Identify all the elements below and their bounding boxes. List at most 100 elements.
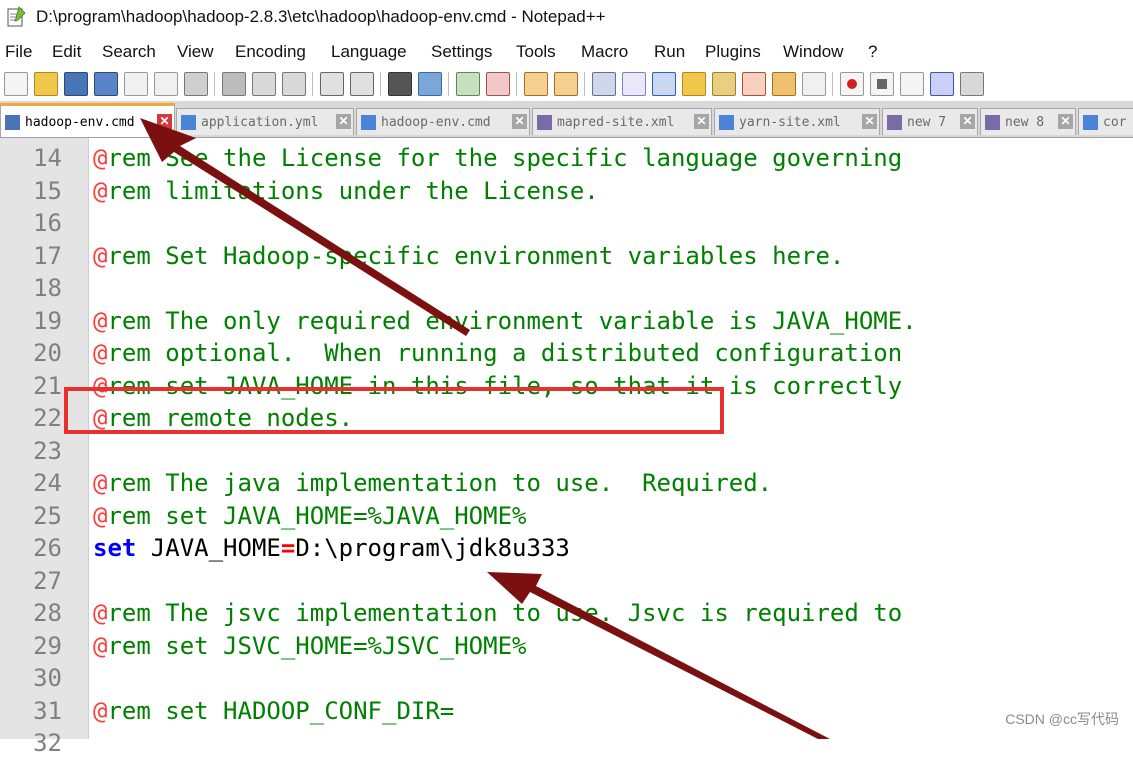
save-state-icon [361, 115, 376, 130]
code-line[interactable]: 17 @rem Set Hadoop-specific environment v… [0, 240, 1133, 272]
copy-icon[interactable] [252, 72, 276, 96]
line-number: 32 [33, 729, 62, 757]
user-lang-icon[interactable] [682, 72, 706, 96]
tab-yarn-site-xml[interactable]: yarn-site.xml ✕ [714, 108, 880, 135]
code-line[interactable]: 15 @rem limitations under the License. [0, 175, 1133, 207]
line-number: 15 [33, 176, 62, 205]
code-line[interactable]: 30 [0, 662, 1133, 694]
tab-close-icon[interactable]: ✕ [1058, 114, 1073, 129]
sync-vertical-icon[interactable] [524, 72, 548, 96]
save-macro-icon[interactable] [960, 72, 984, 96]
tab-new-7[interactable]: new 7 ✕ [882, 108, 978, 135]
menu-edit[interactable]: Edit [52, 42, 81, 62]
folder-workspace-icon[interactable] [772, 72, 796, 96]
monitoring-icon[interactable] [802, 72, 826, 96]
code-line[interactable]: 14 @rem See the License for the specific … [0, 142, 1133, 174]
word-wrap-icon[interactable] [592, 72, 616, 96]
menu-file[interactable]: File [5, 42, 32, 62]
close-all-icon[interactable] [154, 72, 178, 96]
code-line[interactable]: 25 @rem set JAVA_HOME=%JAVA_HOME% [0, 500, 1133, 532]
cut-icon[interactable] [222, 72, 246, 96]
highlight-box [64, 387, 724, 434]
code-line[interactable]: 20 @rem optional. When running a distribu… [0, 337, 1133, 369]
show-all-chars-icon[interactable] [622, 72, 646, 96]
tab-close-icon[interactable]: ✕ [862, 114, 877, 129]
menu-tools[interactable]: Tools [516, 42, 556, 62]
zoom-in-icon[interactable] [456, 72, 480, 96]
tab-hadoop-env-cmd-2[interactable]: hadoop-env.cmd ✕ [356, 108, 530, 135]
line-number: 22 [33, 404, 62, 432]
line-number: 19 [33, 306, 62, 335]
code-line[interactable]: 18 [0, 272, 1133, 304]
code-line[interactable]: 28 @rem The jsvc implementation to use. J… [0, 597, 1133, 629]
tab-bar: hadoop-env.cmd ✕ application.yml ✕ hadoo… [0, 101, 1133, 138]
code-text: @rem limitations under the License. [93, 176, 599, 205]
code-line[interactable]: 24 @rem The java implementation to use. R… [0, 467, 1133, 499]
tab-close-icon[interactable]: ✕ [960, 114, 975, 129]
line-number: 20 [33, 339, 62, 367]
menu-encoding[interactable]: Encoding [235, 42, 306, 62]
save-state-icon [887, 115, 902, 130]
code-line[interactable]: 31 @rem set HADOOP_CONF_DIR= [0, 695, 1133, 727]
code-line[interactable]: 23 [0, 435, 1133, 467]
code-line[interactable]: 26 set JAVA_HOME=D:\program\jdk8u333 [0, 532, 1133, 564]
tab-close-icon[interactable]: ✕ [512, 114, 527, 129]
find-icon[interactable] [388, 72, 412, 96]
menu-macro[interactable]: Macro [581, 42, 628, 62]
save-icon[interactable] [64, 72, 88, 96]
save-state-icon [181, 115, 196, 130]
code-line[interactable]: 32 [0, 727, 1133, 759]
menu-language[interactable]: Language [331, 42, 407, 62]
menu-help[interactable]: ? [868, 42, 877, 62]
line-number: 18 [33, 274, 62, 302]
tab-close-icon[interactable]: ✕ [694, 114, 709, 129]
code-line[interactable]: 29 @rem set JSVC_HOME=%JSVC_HOME% [0, 630, 1133, 662]
print-icon[interactable] [184, 72, 208, 96]
paste-icon[interactable] [282, 72, 306, 96]
tab-new-8[interactable]: new 8 ✕ [980, 108, 1076, 135]
undo-icon[interactable] [320, 72, 344, 96]
line-number: 24 [33, 469, 62, 497]
menu-plugins[interactable]: Plugins [705, 42, 761, 62]
play-macro-icon[interactable] [900, 72, 924, 96]
menu-run[interactable]: Run [654, 42, 685, 62]
indent-guide-icon[interactable] [652, 72, 676, 96]
tab-mapred-site-xml[interactable]: mapred-site.xml ✕ [532, 108, 712, 135]
record-macro-icon[interactable] [840, 72, 864, 96]
menu-search[interactable]: Search [102, 42, 156, 62]
line-number: 14 [33, 144, 62, 172]
close-icon[interactable] [124, 72, 148, 96]
function-list-icon[interactable] [742, 72, 766, 96]
tab-hadoop-env-cmd[interactable]: hadoop-env.cmd ✕ [0, 103, 175, 137]
save-all-icon[interactable] [94, 72, 118, 96]
tab-close-icon[interactable]: ✕ [336, 114, 351, 129]
code-line[interactable]: 16 [0, 207, 1133, 239]
editor[interactable]: 14 @rem See the License for the specific … [0, 138, 1133, 757]
stop-macro-icon[interactable] [870, 72, 894, 96]
save-state-icon [5, 115, 20, 130]
replace-icon[interactable] [418, 72, 442, 96]
window-title: D:\program\hadoop\hadoop-2.8.3\etc\hadoo… [36, 7, 606, 26]
doc-map-icon[interactable] [712, 72, 736, 96]
save-state-icon [719, 115, 734, 130]
menu-settings[interactable]: Settings [431, 42, 492, 62]
line-number: 25 [33, 501, 62, 530]
menu-view[interactable]: View [177, 42, 214, 62]
code-line[interactable]: 27 [0, 565, 1133, 597]
toolbar [0, 68, 1133, 100]
sync-horizontal-icon[interactable] [554, 72, 578, 96]
tab-application-yml[interactable]: application.yml ✕ [176, 108, 354, 135]
new-file-icon[interactable] [4, 72, 28, 96]
open-file-icon[interactable] [34, 72, 58, 96]
code-line[interactable]: 19 @rem The only required environment var… [0, 305, 1133, 337]
tab-cor[interactable]: cor [1078, 108, 1133, 135]
menu-window[interactable]: Window [783, 42, 843, 62]
tab-close-icon[interactable]: ✕ [157, 114, 172, 129]
redo-icon[interactable] [350, 72, 374, 96]
code-text: @rem The only required environment varia… [93, 306, 917, 335]
line-number: 21 [33, 371, 62, 400]
menu-bar: File Edit Search View Encoding Language … [0, 38, 1133, 68]
code-text: @rem set JAVA_HOME=%JAVA_HOME% [93, 501, 527, 530]
run-macro-multiple-icon[interactable] [930, 72, 954, 96]
zoom-out-icon[interactable] [486, 72, 510, 96]
